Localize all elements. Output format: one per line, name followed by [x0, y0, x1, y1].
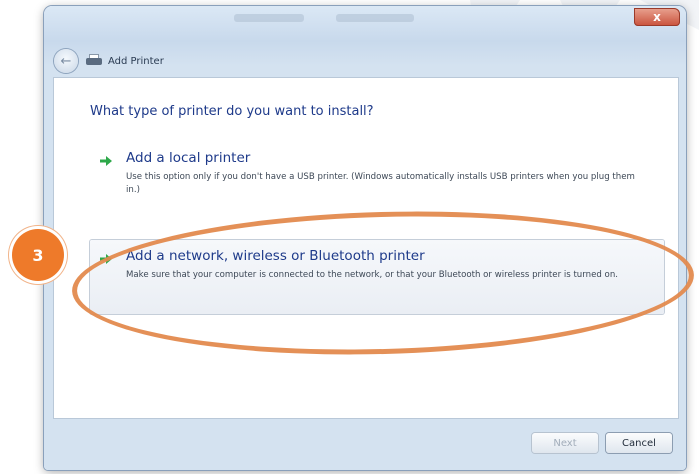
close-icon: x	[653, 10, 661, 24]
next-button[interactable]: Next	[532, 433, 598, 453]
navigation-bar: ← Add Printer	[54, 44, 678, 78]
printer-icon	[86, 55, 102, 67]
page-heading: What type of printer do you want to inst…	[90, 104, 374, 119]
cancel-button[interactable]: Cancel	[606, 433, 672, 453]
back-button[interactable]: ←	[54, 49, 78, 73]
title-bar-blur	[336, 14, 414, 22]
green-arrow-icon	[100, 156, 112, 166]
back-arrow-icon: ←	[60, 53, 72, 69]
close-button[interactable]: x	[634, 8, 680, 26]
step-number-badge: 3	[12, 229, 64, 281]
button-bar: Next Cancel	[54, 426, 678, 460]
dialog-title: Add Printer	[108, 55, 164, 67]
option-description: Use this option only if you don't have a…	[126, 172, 635, 195]
option-title[interactable]: Add a local printer	[126, 150, 250, 166]
title-bar-blur	[234, 14, 304, 22]
